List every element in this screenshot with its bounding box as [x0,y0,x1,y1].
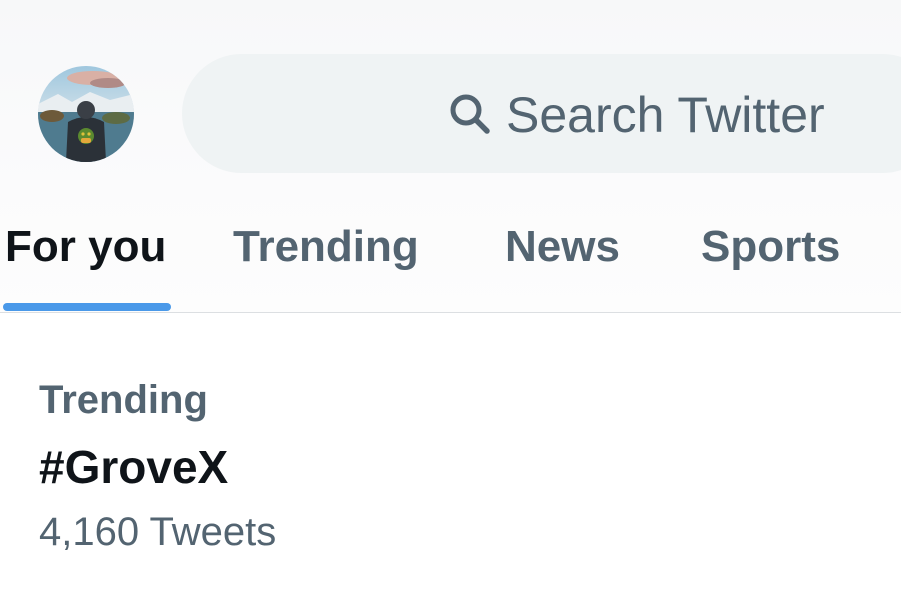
trend-tweet-count: 4,160 Tweets [39,510,277,554]
trend-name[interactable]: #GroveX [39,441,228,493]
search-placeholder[interactable]: Search Twitter [506,86,825,144]
avatar-image [38,66,134,162]
search-icon [450,94,490,134]
profile-avatar[interactable] [38,66,134,162]
tab-trending[interactable]: Trending [233,222,419,272]
trend-category: Trending [39,378,208,422]
trend-item[interactable]: Trending #GroveX 4,160 Tweets [0,313,901,600]
tab-sports[interactable]: Sports [701,222,840,272]
header-area: Search Twitter For you Trending News Spo… [0,0,901,312]
tab-news[interactable]: News [505,222,620,272]
active-tab-indicator [3,303,171,311]
tab-for-you[interactable]: For you [5,222,166,272]
